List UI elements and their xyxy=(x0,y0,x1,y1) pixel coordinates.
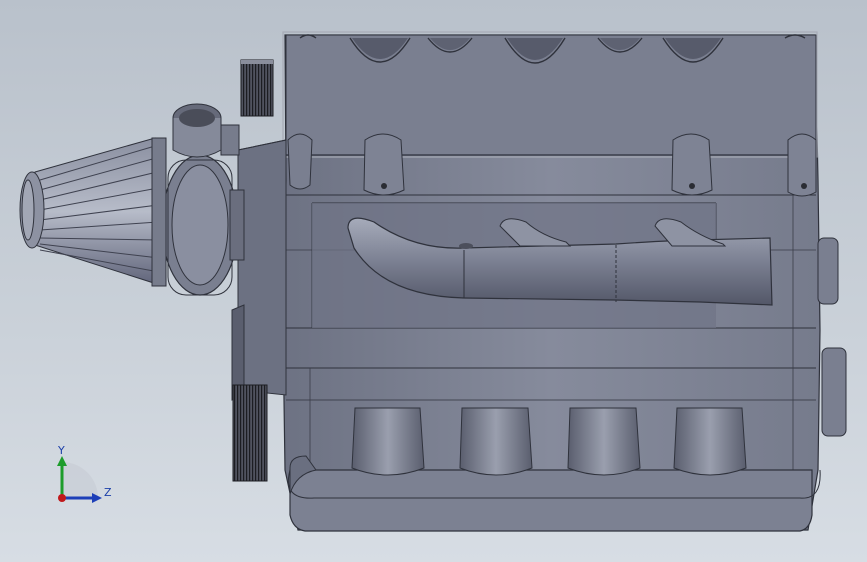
lower-timing-pulley[interactable] xyxy=(232,384,268,482)
view-orientation-triad: Y Z xyxy=(57,444,112,503)
engine-3d-model[interactable] xyxy=(0,0,867,562)
cad-graphics-viewport[interactable]: Y Z xyxy=(0,0,867,562)
y-axis-label: Y xyxy=(57,444,65,457)
x-axis-point xyxy=(58,494,66,502)
turbocharger[interactable] xyxy=(161,103,245,296)
right-side-bosses[interactable] xyxy=(817,237,847,437)
air-filter-cone[interactable] xyxy=(19,137,167,287)
timing-cover[interactable] xyxy=(231,139,287,401)
upper-timing-pulley[interactable] xyxy=(240,59,274,117)
z-axis-label: Z xyxy=(104,486,112,499)
y-axis-arrowhead xyxy=(57,456,67,466)
